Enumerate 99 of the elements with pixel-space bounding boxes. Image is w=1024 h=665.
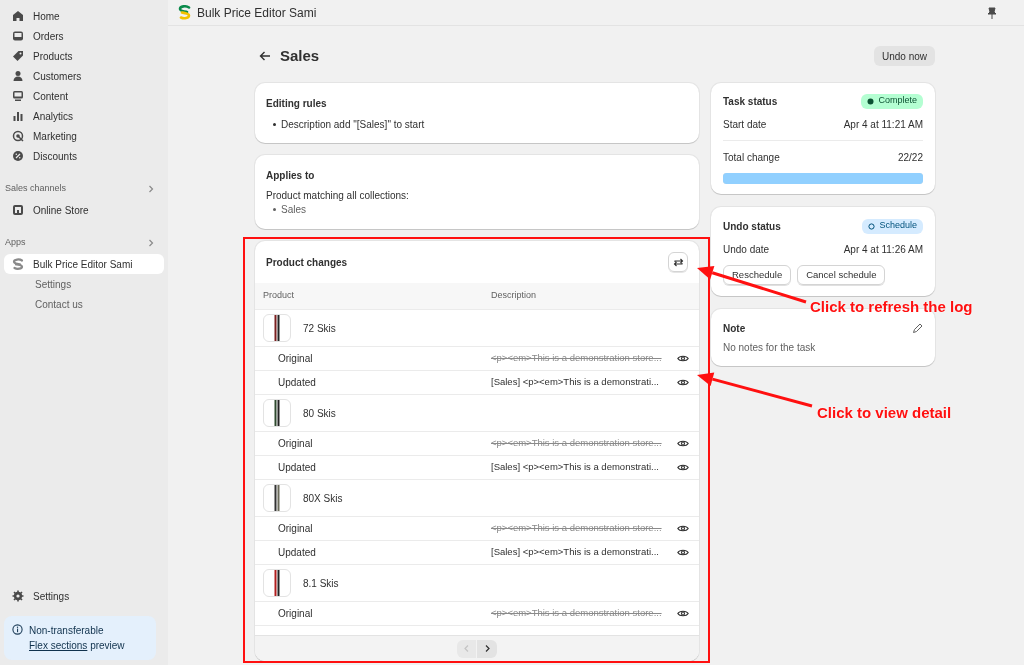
card-text: Product matching all collections: xyxy=(266,189,410,202)
change-label: Original xyxy=(277,522,314,536)
pencil-icon[interactable] xyxy=(912,322,923,334)
bullet-icon xyxy=(273,122,276,126)
nav-item[interactable]: Settings xyxy=(4,586,164,606)
nav-item[interactable]: Customers xyxy=(4,66,164,86)
nav-item[interactable]: Bulk Price Editor Sami xyxy=(4,254,164,274)
app-logo-icon xyxy=(12,258,24,270)
flex-sections-link[interactable]: Flex sections xyxy=(29,640,88,651)
description-value: [Sales] <p><em>This is a demonstrati... xyxy=(491,375,660,390)
eye-icon xyxy=(677,378,689,387)
field-label: Undo date xyxy=(723,242,770,257)
status-badge: Complete xyxy=(861,93,923,109)
eye-icon xyxy=(677,609,689,618)
nav-item[interactable]: Home xyxy=(4,6,164,26)
nav-item[interactable]: Content xyxy=(4,86,164,106)
field-label: Start date xyxy=(723,117,767,132)
bar-chart-icon xyxy=(12,110,24,122)
info-icon xyxy=(12,624,23,635)
description-value: <p><em>This is a demonstration store... xyxy=(491,351,663,366)
card-title: Task status xyxy=(723,94,778,109)
eye-icon xyxy=(677,524,689,533)
list-item: Description add "[Sales]" to start xyxy=(281,117,425,132)
card-title: Product changes xyxy=(266,255,348,270)
product-name: 8.1 Skis xyxy=(303,576,339,591)
target-icon xyxy=(12,130,24,142)
gear-icon xyxy=(12,590,24,602)
annotation-label: Click to refresh the log xyxy=(810,297,973,317)
page-title: Sales xyxy=(280,45,320,66)
action-button[interactable]: Reschedule xyxy=(723,265,792,285)
monitor-icon xyxy=(12,90,24,102)
field-label: Total change xyxy=(723,150,780,165)
tag-icon xyxy=(12,50,24,62)
notice-title: Non-transferable xyxy=(29,624,105,638)
field-value: Apr 4 at 11:26 AM xyxy=(843,242,923,257)
nav-item[interactable]: Orders xyxy=(4,26,164,46)
description-value: [Sales] <p><em>This is a demonstrati... xyxy=(491,545,660,560)
nav-item[interactable]: Marketing xyxy=(4,126,164,146)
refresh-button[interactable] xyxy=(668,252,688,272)
skis-drawing xyxy=(274,400,280,426)
section-heading: Apps xyxy=(5,236,26,250)
nav-item[interactable]: Online Store xyxy=(4,200,164,220)
description-value: <p><em>This is a demonstration store... xyxy=(491,436,663,451)
skis-drawing xyxy=(274,485,280,511)
change-label: Updated xyxy=(277,461,317,475)
notice-text: Flex sections preview xyxy=(29,639,125,653)
eye-icon xyxy=(677,548,689,557)
home-icon xyxy=(12,10,24,22)
description-value: [Sales] <p><em>This is a demonstrati... xyxy=(491,460,660,475)
change-label: Updated xyxy=(277,376,317,390)
person-icon xyxy=(12,70,24,82)
nav-item[interactable]: Products xyxy=(4,46,164,66)
chevron-left-icon xyxy=(463,644,470,653)
product-name: 80X Skis xyxy=(303,491,343,506)
dot-icon xyxy=(867,97,875,105)
change-label: Original xyxy=(277,437,314,451)
storefront-icon xyxy=(12,204,24,216)
skis-drawing xyxy=(274,570,280,596)
section-heading: Sales channels xyxy=(5,182,67,196)
app-logo-icon xyxy=(178,5,191,20)
card-title: Editing rules xyxy=(266,97,328,111)
pin-icon[interactable] xyxy=(987,6,997,19)
column-header: Product xyxy=(262,289,296,303)
eye-icon xyxy=(677,439,689,448)
bullet-icon xyxy=(273,207,276,211)
field-value: 22/22 xyxy=(897,150,923,165)
refresh-icon xyxy=(672,256,684,268)
action-button[interactable]: Cancel schedule xyxy=(797,265,886,285)
nav-item[interactable]: Analytics xyxy=(4,106,164,126)
inbox-icon xyxy=(12,30,24,42)
nav-item[interactable]: Discounts xyxy=(4,146,164,166)
discount-icon xyxy=(12,150,24,162)
annotation-label: Click to view detail xyxy=(817,403,952,423)
column-header: Description xyxy=(491,289,538,303)
product-name: 80 Skis xyxy=(303,406,336,421)
circle-icon xyxy=(868,222,876,230)
change-label: Original xyxy=(277,607,314,621)
description-value: <p><em>This is a demonstration store... xyxy=(491,606,663,621)
eye-icon xyxy=(677,354,689,363)
back-arrow-icon[interactable] xyxy=(259,51,271,61)
list-item: Sales xyxy=(281,202,306,217)
skis-drawing xyxy=(274,315,280,341)
next-page-button[interactable] xyxy=(477,639,497,658)
chevron-right-icon xyxy=(483,644,491,653)
change-label: Original xyxy=(277,352,314,366)
card-title: Note xyxy=(723,321,746,336)
nav-subitem[interactable]: Contact us xyxy=(4,294,164,314)
eye-icon xyxy=(677,463,689,472)
nav-subitem[interactable]: Settings xyxy=(4,274,164,294)
change-label: Updated xyxy=(277,546,317,560)
card-title: Applies to xyxy=(266,169,316,183)
app-title: Bulk Price Editor Sami xyxy=(197,4,317,22)
card-title: Undo status xyxy=(723,219,781,234)
note-text: No notes for the task xyxy=(723,341,817,355)
field-value: Apr 4 at 11:21 AM xyxy=(843,117,923,132)
product-name: 72 Skis xyxy=(303,321,336,336)
undo-now-button[interactable]: Undo now xyxy=(873,46,935,66)
status-badge: Schedule xyxy=(862,218,923,234)
description-value: <p><em>This is a demonstration store... xyxy=(491,521,663,536)
